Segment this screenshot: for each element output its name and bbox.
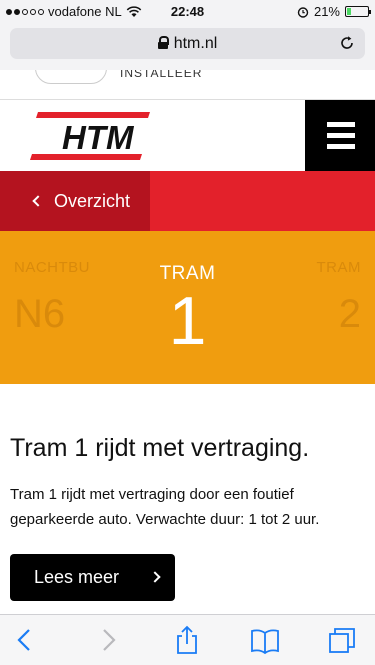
next-line[interactable]: TRAM 2	[317, 259, 362, 337]
line-carousel[interactable]: NACHTBU N6 TRAM 1 TRAM 2	[0, 231, 375, 384]
next-line-type: TRAM	[316, 259, 361, 276]
back-label: Overzicht	[54, 190, 131, 211]
hamburger-icon-bar	[327, 144, 355, 149]
share-icon[interactable]	[172, 625, 202, 655]
browser-address-area: htm.nl	[0, 22, 375, 70]
reload-icon[interactable]	[339, 35, 355, 51]
notice-title: Tram 1 rijdt met vertraging.	[10, 434, 310, 462]
battery-percentage: 21%	[313, 4, 340, 19]
url-text: htm.nl	[173, 35, 218, 52]
status-bar: vodafone NL 22:48 21%	[0, 0, 375, 22]
read-more-label: Lees meer	[34, 567, 120, 587]
breadcrumb-bar: Overzicht	[0, 171, 375, 231]
battery-fill	[347, 8, 352, 15]
logo-text: HTM	[62, 119, 135, 156]
chevron-right-icon	[149, 571, 161, 583]
disruption-notice: Tram 1 rijdt met vertraging. Tram 1 rijd…	[0, 384, 375, 614]
notice-body: Tram 1 rijdt met vertraging door een fou…	[10, 486, 320, 528]
menu-button[interactable]	[305, 100, 375, 171]
app-icon	[35, 70, 107, 84]
chevron-left-icon	[32, 195, 44, 207]
tabs-icon[interactable]	[327, 625, 357, 655]
battery-icon	[345, 6, 371, 17]
lock-icon	[157, 36, 169, 49]
site-header: HTM	[0, 100, 375, 171]
alarm-icon	[297, 6, 309, 18]
url-field[interactable]: htm.nl	[10, 28, 365, 59]
forward-arrow-icon[interactable]	[93, 625, 123, 655]
hamburger-icon	[327, 122, 355, 127]
status-right: 21%	[297, 4, 371, 19]
next-line-number: 2	[338, 292, 361, 336]
htm-logo[interactable]: HTM	[30, 112, 154, 160]
url-display[interactable]: htm.nl	[10, 35, 365, 53]
browser-toolbar	[0, 614, 375, 665]
read-more-button[interactable]: Lees meer	[10, 554, 175, 601]
hamburger-icon-bar	[327, 133, 355, 138]
install-label[interactable]: INSTALLEER	[120, 70, 202, 80]
app-install-banner: INSTALLEER	[0, 70, 375, 100]
back-to-overview-button[interactable]: Overzicht	[0, 171, 150, 231]
bookmarks-icon[interactable]	[250, 625, 280, 655]
back-arrow-icon[interactable]	[10, 625, 40, 655]
